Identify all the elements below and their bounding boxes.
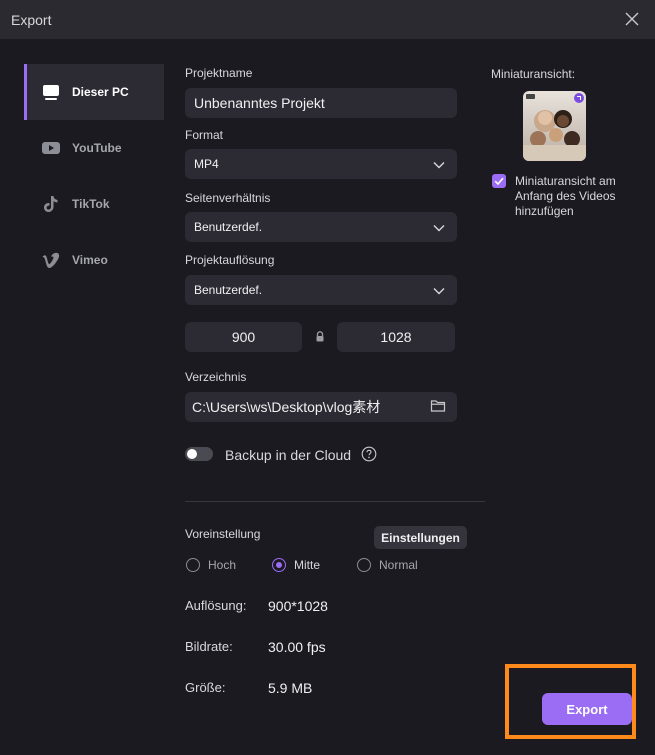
radio-circle: [272, 558, 286, 572]
directory-path: C:\Users\ws\Desktop\vlog素材: [192, 399, 381, 415]
preset-option-label: Normal: [379, 558, 418, 572]
sidebar-item-tiktok[interactable]: TikTok: [24, 176, 164, 232]
height-value: 1028: [380, 329, 412, 345]
preset-option-label: Mitte: [294, 558, 321, 572]
close-icon[interactable]: [622, 9, 642, 29]
youtube-icon: [41, 138, 61, 158]
radio-circle: [186, 558, 200, 572]
project-name-input[interactable]: [185, 95, 457, 111]
format-value: MP4: [194, 157, 219, 171]
height-field[interactable]: 1028: [337, 322, 455, 352]
info-size-value: 5.9 MB: [268, 680, 313, 696]
backup-label: Backup in der Cloud: [225, 447, 352, 463]
section-divider: [185, 501, 485, 502]
chevron-down-icon: [433, 285, 445, 295]
directory-field[interactable]: C:\Users\ws\Desktop\vlog素材: [185, 392, 457, 422]
vimeo-icon: [41, 250, 61, 270]
help-icon[interactable]: [361, 446, 377, 467]
chevron-down-icon: [433, 159, 445, 169]
export-button[interactable]: Export: [542, 693, 632, 725]
folder-icon[interactable]: [430, 399, 446, 416]
info-framerate-value: 30.00 fps: [268, 639, 326, 655]
format-label: Format: [185, 128, 224, 142]
info-resolution-value: 900*1028: [268, 598, 328, 614]
thumbnail-label: Miniaturansicht:: [491, 67, 576, 81]
title-bar: Export: [0, 0, 655, 39]
sidebar-item-youtube[interactable]: YouTube: [24, 120, 164, 176]
format-select[interactable]: MP4: [185, 149, 457, 179]
info-framerate-label: Bildrate:: [185, 639, 233, 654]
preset-option-label: Hoch: [208, 558, 237, 572]
thumbnail-preview[interactable]: [523, 91, 586, 161]
sidebar-item-label: YouTube: [72, 141, 122, 155]
monitor-icon: [41, 82, 61, 102]
info-size-label: Größe:: [185, 680, 226, 695]
preset-option-hoch[interactable]: Hoch: [186, 557, 236, 573]
width-field[interactable]: 900: [185, 322, 302, 352]
sidebar-item-dieser-pc[interactable]: Dieser PC: [24, 64, 164, 120]
directory-label: Verzeichnis: [185, 370, 247, 384]
width-value: 900: [231, 329, 256, 345]
sidebar-item-label: Vimeo: [72, 253, 108, 267]
window-title: Export: [11, 12, 52, 28]
settings-button[interactable]: Einstellungen: [374, 526, 467, 549]
aspect-ratio-label: Seitenverhältnis: [185, 191, 271, 205]
toggle-knob: [187, 449, 197, 459]
radio-circle: [357, 558, 371, 572]
sidebar-item-label: TikTok: [72, 197, 110, 211]
resolution-value: Benutzerdef.: [194, 283, 263, 297]
lock-icon[interactable]: [314, 330, 326, 344]
sidebar-item-label: Dieser PC: [72, 85, 129, 99]
project-name-field[interactable]: [185, 88, 457, 118]
aspect-ratio-value: Benutzerdef.: [194, 220, 263, 234]
resolution-select[interactable]: Benutzerdef.: [185, 275, 457, 305]
thumbnail-checkbox-label: Miniaturansicht am Anfang des Videos hin…: [515, 174, 616, 218]
sidebar-item-vimeo[interactable]: Vimeo: [24, 232, 164, 288]
preset-option-mitte[interactable]: Mitte: [272, 557, 320, 573]
tiktok-icon: [41, 194, 61, 214]
resolution-label: Projektauflösung: [185, 253, 275, 267]
project-name-label: Projektname: [185, 66, 253, 80]
aspect-ratio-select[interactable]: Benutzerdef.: [185, 212, 457, 242]
thumbnail-checkbox[interactable]: [492, 174, 506, 188]
backup-toggle[interactable]: [185, 447, 213, 461]
chevron-down-icon: [433, 222, 445, 232]
preset-label: Voreinstellung: [185, 527, 261, 541]
info-resolution-label: Auflösung:: [185, 598, 247, 613]
preset-option-normal[interactable]: Normal: [357, 557, 418, 573]
